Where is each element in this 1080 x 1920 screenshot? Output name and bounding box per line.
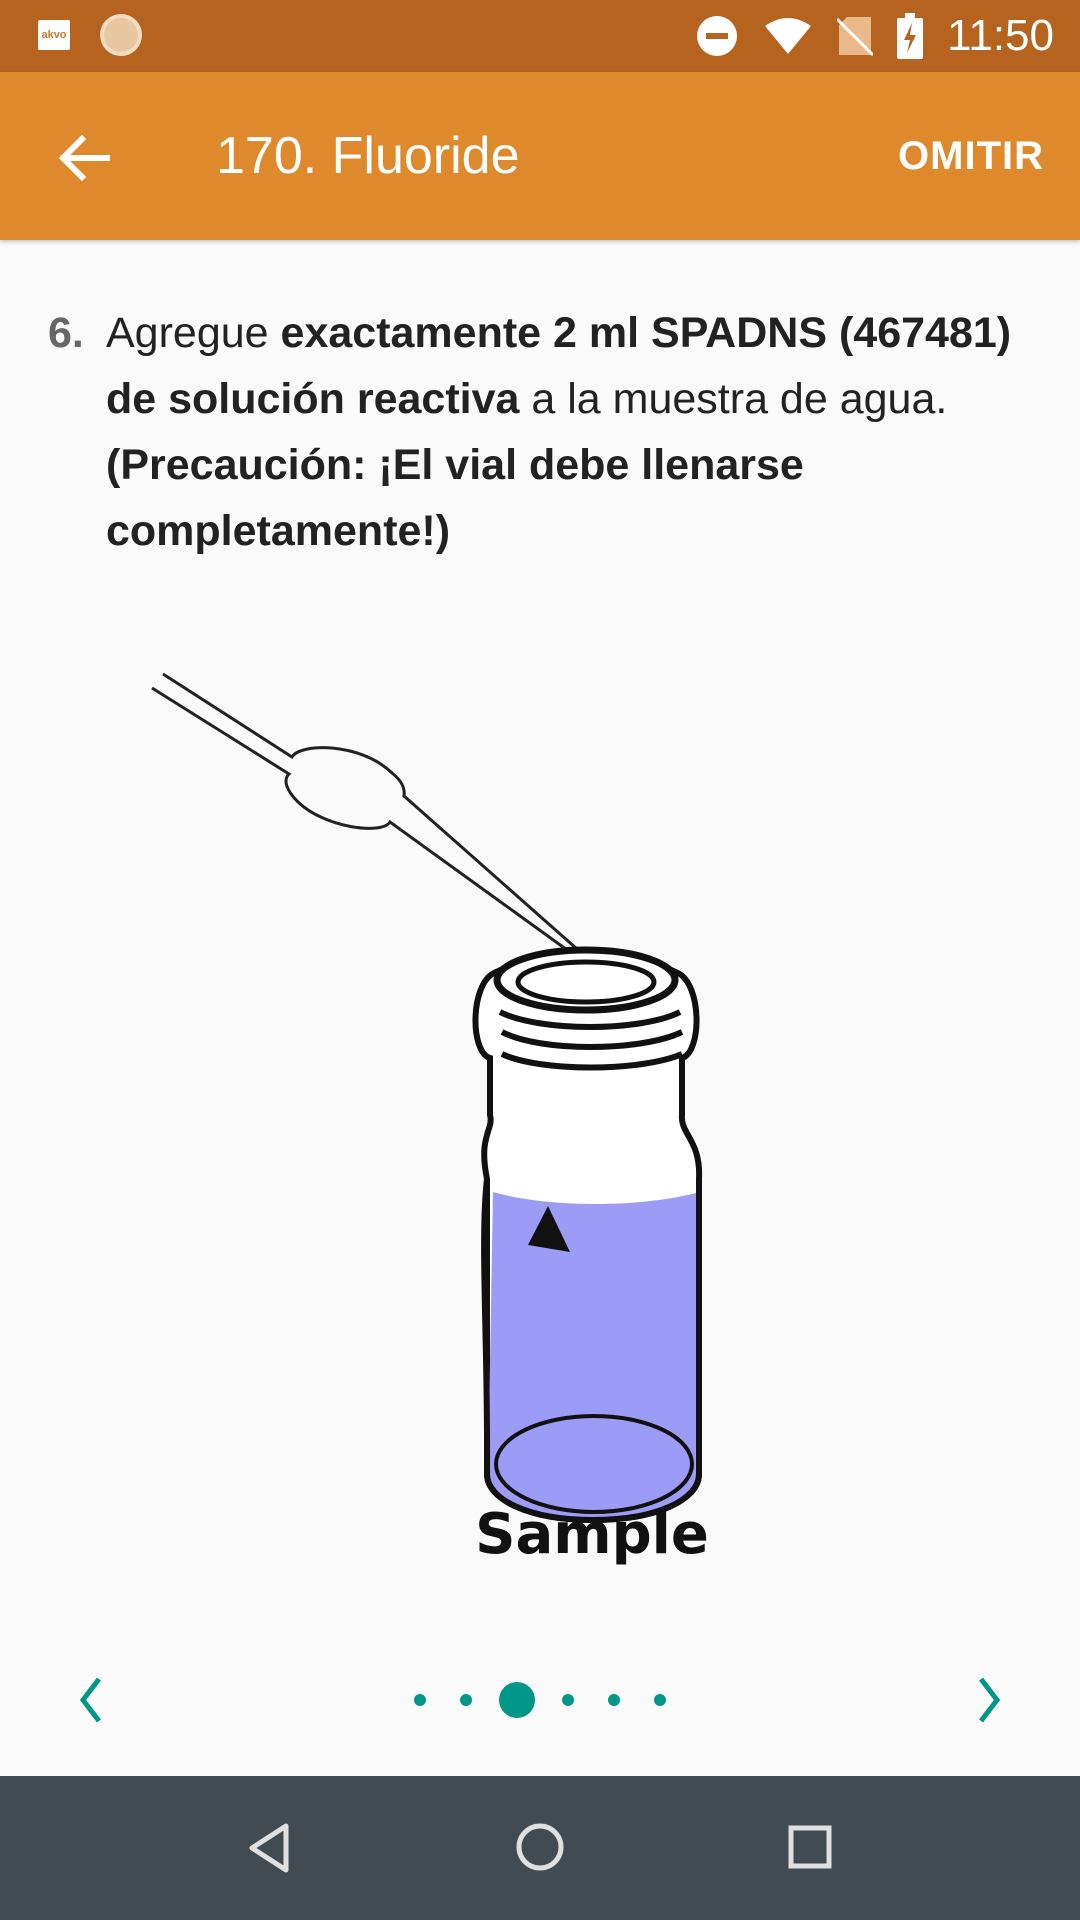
pipette-icon [151,672,596,971]
app-bar: 170. Fluoride OMITIR [0,72,1080,240]
instruction-part-1: Agregue [106,309,281,357]
vial-label: Sample [475,1502,709,1567]
page-dot[interactable] [608,1694,620,1706]
sun-icon [100,14,142,56]
page-dot[interactable] [562,1694,574,1706]
wifi-icon [765,18,812,54]
skip-button[interactable]: OMITIR [898,134,1044,179]
arrow-back-icon [58,135,110,181]
previous-page-button[interactable] [60,1660,120,1740]
instruction-text: 6. Agregue exactamente 2 ml SPADNS (4674… [48,300,1048,564]
battery-charging-icon [897,13,924,59]
instruction-part-4: (Precaución: ¡El vial debe llenarse comp… [106,441,804,555]
page-indicator [0,1660,1080,1740]
page-dot[interactable] [654,1694,666,1706]
chevron-right-icon [979,1677,1001,1723]
next-page-button[interactable] [960,1660,1020,1740]
page-dot[interactable] [414,1694,426,1706]
page-dot[interactable] [460,1694,472,1706]
page-title: 170. Fluoride [216,127,520,185]
back-button[interactable] [44,118,124,198]
akvo-icon: akvo [38,20,70,50]
chevron-left-icon [79,1677,101,1723]
step-number: 6. [48,309,84,357]
home-circle-icon[interactable] [515,1822,565,1872]
no-sim-icon [837,17,874,57]
vial-icon [472,946,703,1524]
system-nav-bar [0,1776,1080,1920]
pager [0,1660,1080,1740]
page-dot-active[interactable] [499,1682,535,1718]
instruction-part-3: a la muestra de agua. [519,375,948,423]
instruction-illustration: Sample [0,640,1080,1600]
back-triangle-icon[interactable] [246,1822,292,1874]
step-description: Agregue exactamente 2 ml SPADNS (467481)… [106,300,1048,564]
recents-square-icon[interactable] [787,1824,833,1870]
dnd-icon [697,16,738,56]
status-time: 11:50 [947,11,1054,60]
status-bar: akvo 11:50 [0,0,1080,72]
